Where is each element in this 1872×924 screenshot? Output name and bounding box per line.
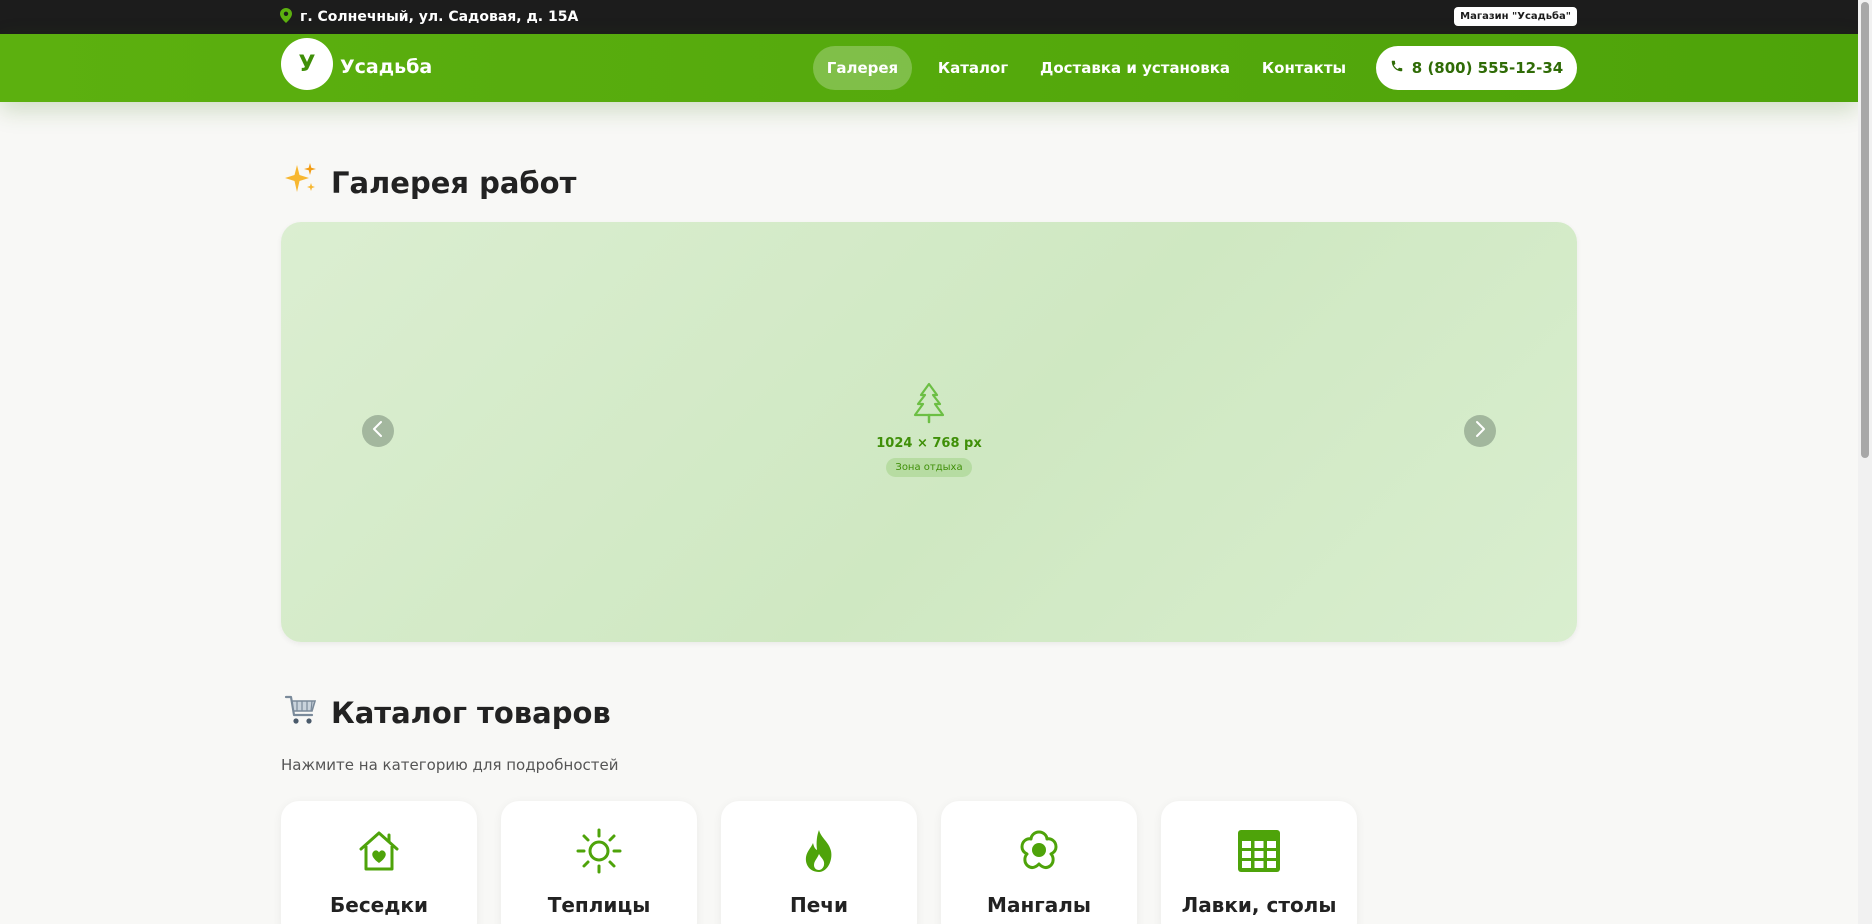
nav-item-catalog[interactable]: Каталог xyxy=(928,46,1018,90)
image-dimensions: 1024 × 768 px xyxy=(876,436,982,451)
logo[interactable]: У xyxy=(281,38,333,90)
store-badge: Магазин "Усадьба" xyxy=(1454,7,1577,26)
address: г. Солнечный, ул. Садовая, д. 15А xyxy=(280,7,578,27)
tree-icon xyxy=(912,382,946,428)
top-bar: г. Солнечный, ул. Садовая, д. 15А Магази… xyxy=(0,0,1858,34)
shopping-cart-icon xyxy=(283,691,319,734)
category-label: Печи xyxy=(789,893,849,917)
category-label: Лавки, столы xyxy=(1181,893,1337,917)
catalog-title: Каталог товаров xyxy=(331,695,611,730)
grid-table-icon xyxy=(1235,827,1283,875)
main-header: У Усадьба Галерея Каталог Доставка и уст… xyxy=(0,34,1858,102)
phone-number: 8 (800) 555-12-34 xyxy=(1411,59,1564,77)
category-card-benches-tables[interactable]: Лавки, столы xyxy=(1161,801,1357,924)
gallery-section-title: Галерея работ xyxy=(283,161,576,204)
phone-icon xyxy=(1390,59,1404,77)
category-card-stoves[interactable]: Печи xyxy=(721,801,917,924)
sun-icon xyxy=(575,827,623,875)
house-heart-icon xyxy=(355,827,403,875)
category-card-greenhouses[interactable]: Теплицы xyxy=(501,801,697,924)
address-text: г. Солнечный, ул. Садовая, д. 15А xyxy=(300,9,579,25)
location-pin-icon xyxy=(280,7,292,27)
category-label: Беседки xyxy=(330,893,428,917)
catalog-subtitle: Нажмите на категорию для подробностей xyxy=(281,756,619,774)
nav-item-contacts[interactable]: Контакты xyxy=(1252,46,1356,90)
sparkles-icon xyxy=(283,161,319,204)
phone-button[interactable]: 8 (800) 555-12-34 xyxy=(1376,46,1577,90)
flower-icon xyxy=(1015,827,1063,875)
gallery-placeholder: 1024 × 768 px Зона отдыха xyxy=(281,382,1577,477)
image-category-tag: Зона отдыха xyxy=(886,458,972,477)
gallery-title: Галерея работ xyxy=(331,165,577,200)
category-card-grills[interactable]: Мангалы xyxy=(941,801,1137,924)
category-label: Мангалы xyxy=(987,893,1091,917)
nav-item-gallery[interactable]: Галерея xyxy=(813,46,912,90)
fire-icon xyxy=(795,827,843,875)
gallery-slider[interactable]: 1024 × 768 px Зона отдыха xyxy=(281,222,1577,642)
category-label: Теплицы xyxy=(547,893,651,917)
page-scrollbar[interactable] xyxy=(1858,0,1872,924)
category-card-gazebos[interactable]: Беседки xyxy=(281,801,477,924)
catalog-section-title: Каталог товаров xyxy=(283,691,611,734)
brand-name[interactable]: Усадьба xyxy=(340,56,432,78)
nav-item-delivery[interactable]: Доставка и установка xyxy=(1038,46,1232,90)
scrollbar-thumb[interactable] xyxy=(1861,2,1869,458)
